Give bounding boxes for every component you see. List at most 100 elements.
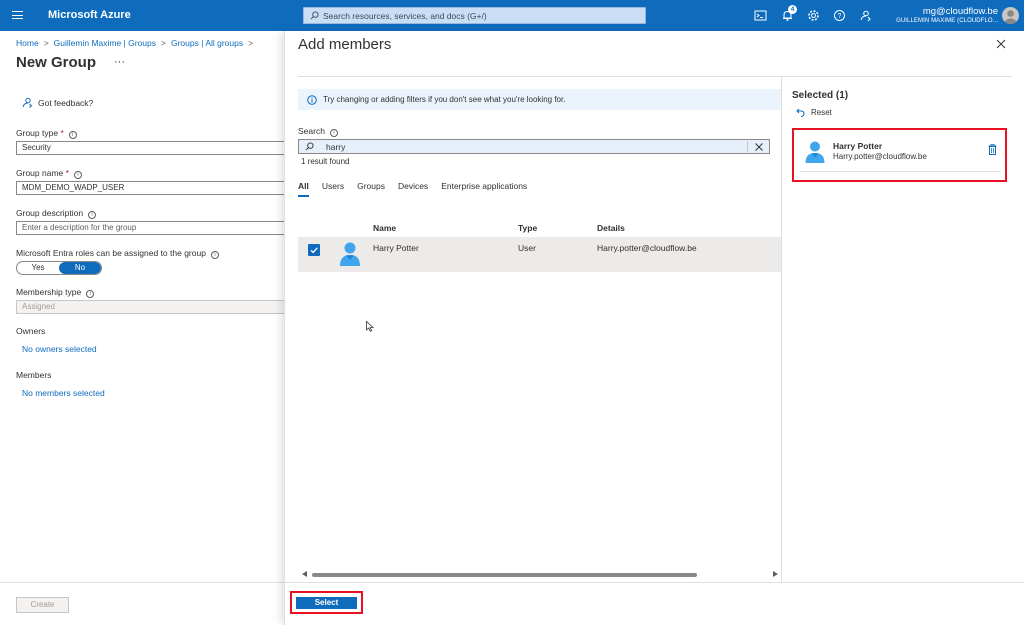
scroll-right-icon[interactable] <box>773 571 778 577</box>
more-options-button[interactable]: ··· <box>114 56 125 68</box>
column-details[interactable]: Details <box>597 223 625 233</box>
cloud-shell-icon[interactable] <box>754 9 767 22</box>
info-icon[interactable]: i <box>68 131 77 139</box>
breadcrumb-home[interactable]: Home <box>16 38 39 48</box>
owners-link[interactable]: No owners selected <box>22 344 97 354</box>
row-details: Harry.potter@cloudflow.be <box>597 243 697 253</box>
selected-title: Selected (1) <box>792 90 849 101</box>
membership-type-label: Membership type i <box>16 287 95 298</box>
info-icon[interactable]: i <box>329 129 338 137</box>
column-name[interactable]: Name <box>373 223 396 233</box>
user-avatar-icon <box>340 242 360 266</box>
toggle-yes[interactable]: Yes <box>17 262 59 274</box>
members-label: Members <box>16 370 52 380</box>
chevron-right-icon: > <box>248 38 254 48</box>
tab-devices[interactable]: Devices <box>398 181 428 197</box>
group-type-label-text: Group type <box>16 128 59 138</box>
info-icon[interactable]: i <box>210 251 219 259</box>
info-icon[interactable]: i <box>88 211 97 219</box>
svg-text:?: ? <box>838 13 842 20</box>
search-label-text: Search <box>298 126 325 136</box>
row-checkbox[interactable] <box>308 244 320 256</box>
result-count: 1 result found <box>301 157 350 166</box>
reset-button[interactable]: Reset <box>796 108 832 117</box>
global-search[interactable] <box>303 7 646 24</box>
trash-icon[interactable] <box>988 144 997 155</box>
feedback-link[interactable]: Got feedback? <box>22 97 93 108</box>
account-email: mg@cloudflow.be <box>922 6 998 17</box>
membership-type-label-text: Membership type <box>16 287 82 297</box>
info-icon[interactable]: i <box>86 290 95 298</box>
mouse-cursor-icon <box>366 321 374 332</box>
settings-icon[interactable] <box>807 9 820 22</box>
group-type-select[interactable]: Security <box>16 141 288 155</box>
group-name-field[interactable]: MDM_DEMO_WADP_USER <box>16 181 288 195</box>
column-type[interactable]: Type <box>518 223 537 233</box>
filter-tabs: All Users Groups Devices Enterprise appl… <box>298 181 540 197</box>
search-icon <box>310 11 319 20</box>
scroll-left-icon[interactable] <box>302 571 307 577</box>
scrollbar-thumb[interactable] <box>312 573 697 577</box>
menu-icon[interactable] <box>12 9 23 22</box>
info-icon[interactable]: i <box>73 171 82 179</box>
clear-icon[interactable] <box>755 143 763 151</box>
feedback-icon[interactable] <box>859 9 872 22</box>
avatar[interactable] <box>1002 7 1019 24</box>
brand-title[interactable]: Microsoft Azure <box>48 9 131 21</box>
close-icon[interactable] <box>996 39 1006 49</box>
breadcrumb-groups[interactable]: Guillemin Maxime | Groups <box>54 38 156 48</box>
toggle-no[interactable]: No <box>59 262 101 274</box>
notification-badge: 4 <box>788 5 797 14</box>
entra-roles-toggle[interactable]: Yes No <box>16 261 102 275</box>
chevron-right-icon: > <box>43 38 49 48</box>
user-avatar-icon <box>1004 10 1017 24</box>
global-search-input[interactable] <box>323 10 633 21</box>
membership-type-select: Assigned <box>16 300 288 314</box>
tab-users[interactable]: Users <box>322 181 344 197</box>
tab-groups[interactable]: Groups <box>357 181 385 197</box>
group-type-label: Group type * i <box>16 128 77 139</box>
info-banner-text: Try changing or adding filters if you do… <box>323 95 566 104</box>
selected-item: Harry Potter Harry.potter@cloudflow.be <box>799 136 1001 172</box>
create-button: Create <box>16 597 69 613</box>
entra-roles-label-text: Microsoft Entra roles can be assigned to… <box>16 248 206 258</box>
selected-member-card: Harry Potter Harry.potter@cloudflow.be <box>792 128 1007 182</box>
new-group-blade: Home > Guillemin Maxime | Groups > Groups | … <box>0 31 288 625</box>
panel-footer: Select <box>285 582 1024 625</box>
help-icon[interactable]: ? <box>833 9 846 22</box>
owners-label: Owners <box>16 326 46 336</box>
breadcrumb-all-groups[interactable]: Groups | All groups <box>171 38 243 48</box>
feedback-person-icon <box>22 97 33 108</box>
table-row[interactable]: Harry Potter User Harry.potter@cloudflow… <box>298 237 782 272</box>
group-description-label-text: Group description <box>16 208 84 218</box>
tab-all[interactable]: All <box>298 181 309 197</box>
member-search-box[interactable] <box>298 139 770 154</box>
group-description-field[interactable]: Enter a description for the group <box>16 221 288 235</box>
group-name-label-text: Group name <box>16 168 64 178</box>
info-banner: Try changing or adding filters if you do… <box>298 89 782 110</box>
search-results-section: Try changing or adding filters if you do… <box>285 77 782 582</box>
chevron-right-icon: > <box>161 38 166 48</box>
left-footer: Create <box>0 582 284 625</box>
info-icon <box>307 94 317 105</box>
select-button[interactable]: Select <box>296 597 357 609</box>
page-title: New Group <box>16 54 97 71</box>
reset-label: Reset <box>811 108 832 117</box>
account-info[interactable]: mg@cloudflow.be GUILLEMIN MAXIME (CLOUDF… <box>896 6 998 24</box>
horizontal-scrollbar[interactable] <box>298 570 782 580</box>
group-name-label: Group name * i <box>16 168 82 179</box>
user-avatar-icon <box>805 141 825 163</box>
feedback-label: Got feedback? <box>38 97 94 108</box>
top-bar: Microsoft Azure 4 ? mg@cloudflow.be GUIL… <box>0 0 1024 31</box>
tab-enterprise-applications[interactable]: Enterprise applications <box>441 181 527 197</box>
members-link[interactable]: No members selected <box>22 388 105 398</box>
row-type: User <box>518 243 536 253</box>
add-members-panel: Add members Try changing or adding filte… <box>284 31 1024 625</box>
member-search-input[interactable] <box>326 141 746 152</box>
selected-section: Selected (1) Reset Harry Potter Harry.po… <box>781 77 1012 582</box>
breadcrumb: Home > Guillemin Maxime | Groups > Groups | … <box>16 38 258 48</box>
table-header: Name Type Details <box>298 217 782 237</box>
search-label: Search i <box>298 126 338 137</box>
account-org: GUILLEMIN MAXIME (CLOUDFLO... <box>896 18 998 24</box>
undo-icon <box>796 108 805 117</box>
